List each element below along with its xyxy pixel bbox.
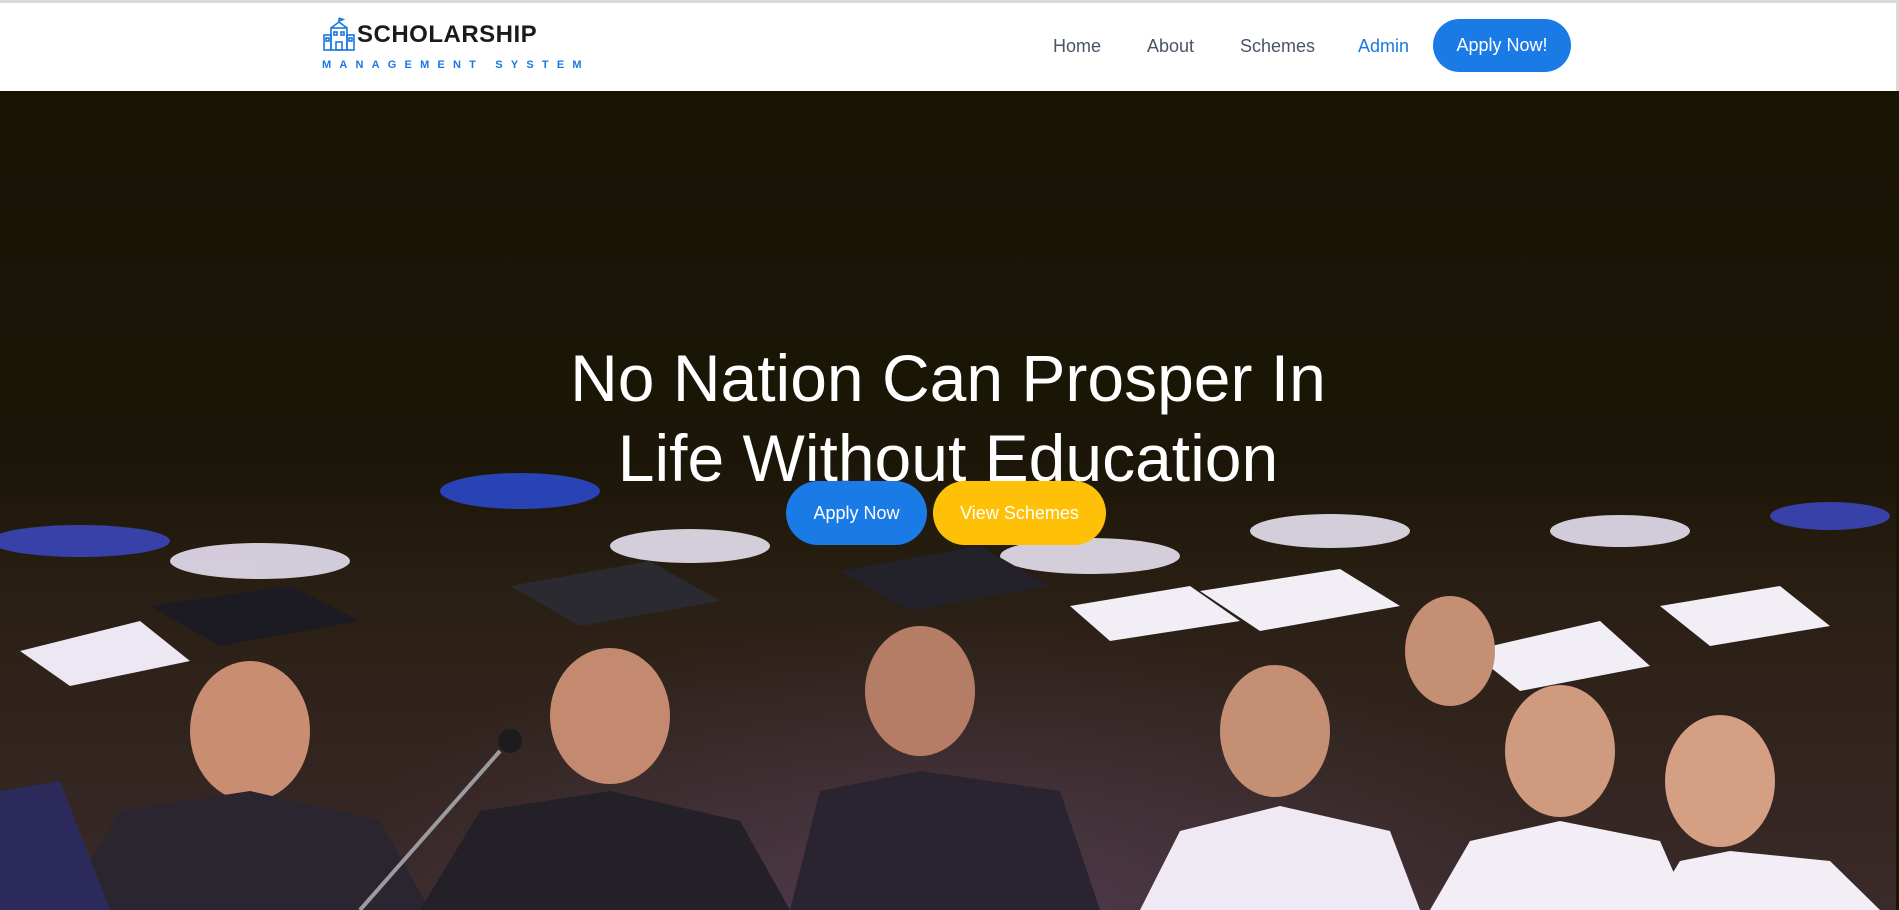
hero-headline-line1: No Nation Can Prosper In — [570, 341, 1326, 416]
view-schemes-button[interactable]: View Schemes — [933, 481, 1106, 545]
brand-subtitle: MANAGEMENT SYSTEM — [322, 59, 590, 71]
nav-schemes-link[interactable]: Schemes — [1240, 36, 1315, 57]
brand-logo[interactable]: SCHOLARSHIP MANAGEMENT SYSTEM — [322, 17, 590, 71]
school-building-icon — [323, 17, 355, 51]
brand-title: SCHOLARSHIP — [357, 21, 538, 48]
apply-now-hero-button[interactable]: Apply Now — [786, 481, 927, 545]
navbar: SCHOLARSHIP MANAGEMENT SYSTEM Home About… — [0, 3, 1899, 91]
nav-about-link[interactable]: About — [1147, 36, 1194, 57]
nav-home-link[interactable]: Home — [1053, 36, 1101, 57]
hero-headline: No Nation Can Prosper In Life Without Ed… — [0, 338, 1896, 498]
apply-now-nav-button[interactable]: Apply Now! — [1433, 19, 1571, 72]
nav-admin-link[interactable]: Admin — [1358, 36, 1409, 57]
hero-section: No Nation Can Prosper In Life Without Ed… — [0, 91, 1896, 910]
